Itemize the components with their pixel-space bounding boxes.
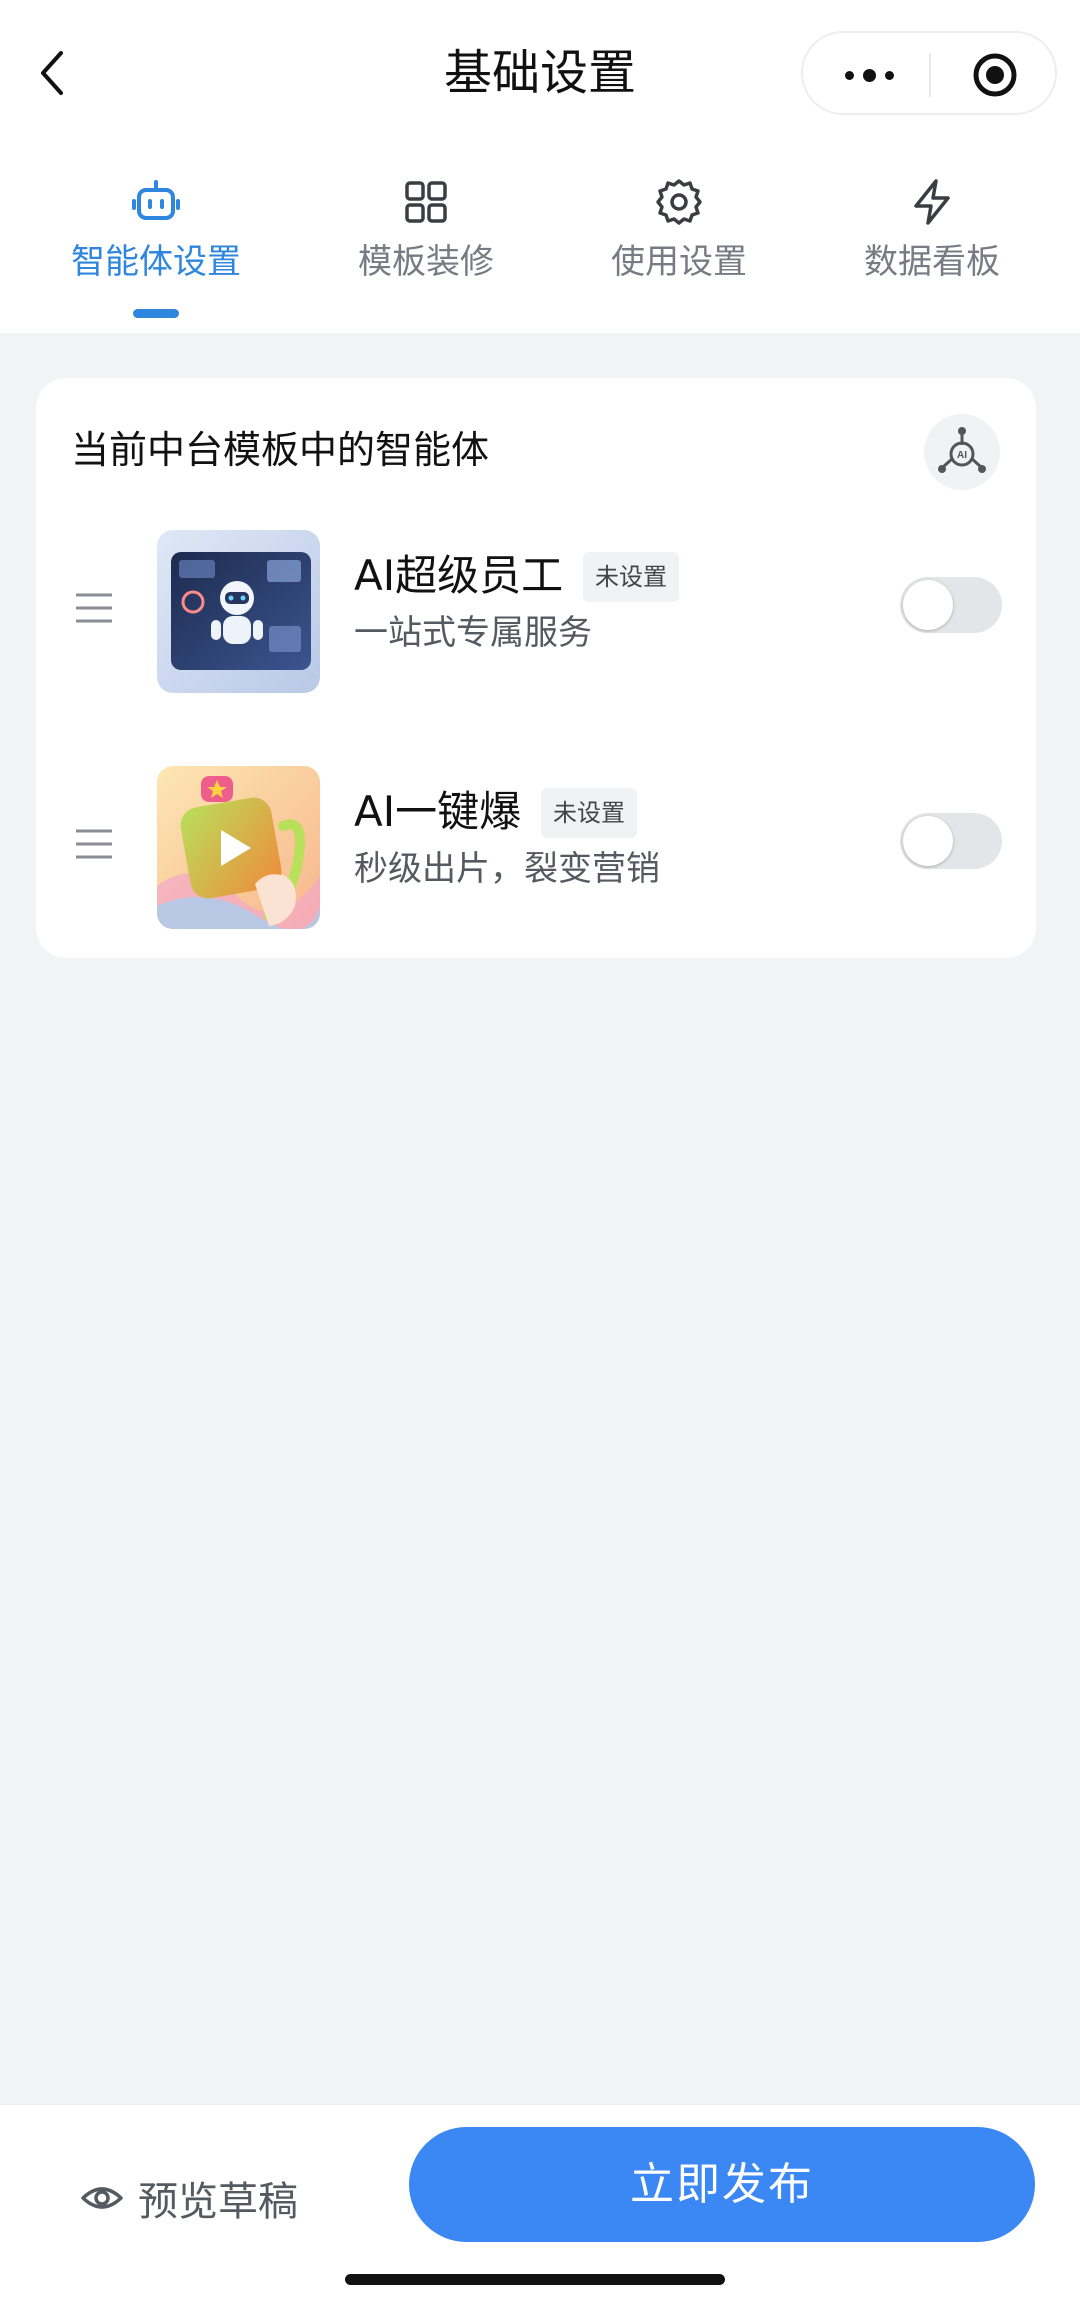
more-dot-icon: [844, 70, 854, 80]
agent-thumbnail: [157, 530, 320, 693]
tab-label: 智能体设置: [71, 242, 241, 282]
mini-program-capsule: [801, 31, 1057, 115]
more-button[interactable]: [831, 47, 907, 103]
preview-draft-button[interactable]: 预览草稿: [80, 2153, 298, 2243]
tab-template-decoration[interactable]: 模板装修: [326, 177, 526, 317]
tab-agent-settings[interactable]: 智能体设置: [56, 177, 256, 317]
agent-description: 一站式专属服务: [354, 613, 592, 653]
grid-icon: [405, 181, 447, 223]
home-indicator: [345, 2274, 725, 2285]
robot-icon: [132, 180, 180, 220]
tab-data-dashboard[interactable]: 数据看板: [832, 177, 1032, 317]
settings-tabs: 智能体设置 模板装修 使用设置 数据看板: [0, 145, 1080, 333]
tab-usage-settings[interactable]: 使用设置: [579, 177, 779, 317]
tab-label: 使用设置: [611, 242, 747, 282]
agent-thumbnail: [157, 766, 320, 929]
toggle-knob: [903, 816, 953, 866]
more-dot-icon: [884, 70, 894, 80]
toggle-knob: [903, 580, 953, 630]
agent-list-card: 当前中台模板中的智能体 AI AI超级员工 未设置 一站式专属服务 AI一键爆 …: [36, 378, 1036, 958]
capsule-divider: [929, 53, 931, 97]
ai-network-icon: AI: [938, 427, 986, 473]
agent-row: AI超级员工 未设置 一站式专属服务: [36, 530, 1036, 695]
tab-label: 模板装修: [358, 242, 494, 282]
drag-handle-icon[interactable]: [74, 588, 114, 628]
card-title: 当前中台模板中的智能体: [71, 428, 490, 472]
agent-enable-toggle[interactable]: [900, 577, 1002, 633]
preview-label: 预览草稿: [138, 2179, 298, 2225]
agent-enable-toggle[interactable]: [900, 813, 1002, 869]
publish-now-button[interactable]: 立即发布: [409, 2127, 1035, 2242]
ai-network-button[interactable]: AI: [924, 414, 1000, 490]
close-mini-program-button[interactable]: [971, 51, 1019, 99]
agent-name: AI超级员工: [354, 551, 564, 600]
tab-label: 数据看板: [864, 242, 1000, 282]
target-circle-icon: [973, 53, 1017, 97]
lightning-icon: [914, 179, 950, 225]
agent-description: 秒级出片，裂变营销: [354, 849, 660, 889]
status-badge: 未设置: [541, 788, 637, 838]
agent-name: AI一键爆: [354, 787, 522, 836]
active-tab-indicator: [133, 309, 179, 318]
svg-text:AI: AI: [957, 450, 967, 461]
gear-icon: [656, 179, 702, 225]
agent-row: AI一键爆 未设置 秒级出片，裂变营销: [36, 766, 1036, 931]
navigation-bar: 基础设置: [0, 0, 1080, 145]
eye-icon: [81, 2187, 123, 2209]
drag-handle-icon[interactable]: [74, 824, 114, 864]
status-badge: 未设置: [583, 552, 679, 602]
more-dot-icon: [862, 68, 876, 82]
